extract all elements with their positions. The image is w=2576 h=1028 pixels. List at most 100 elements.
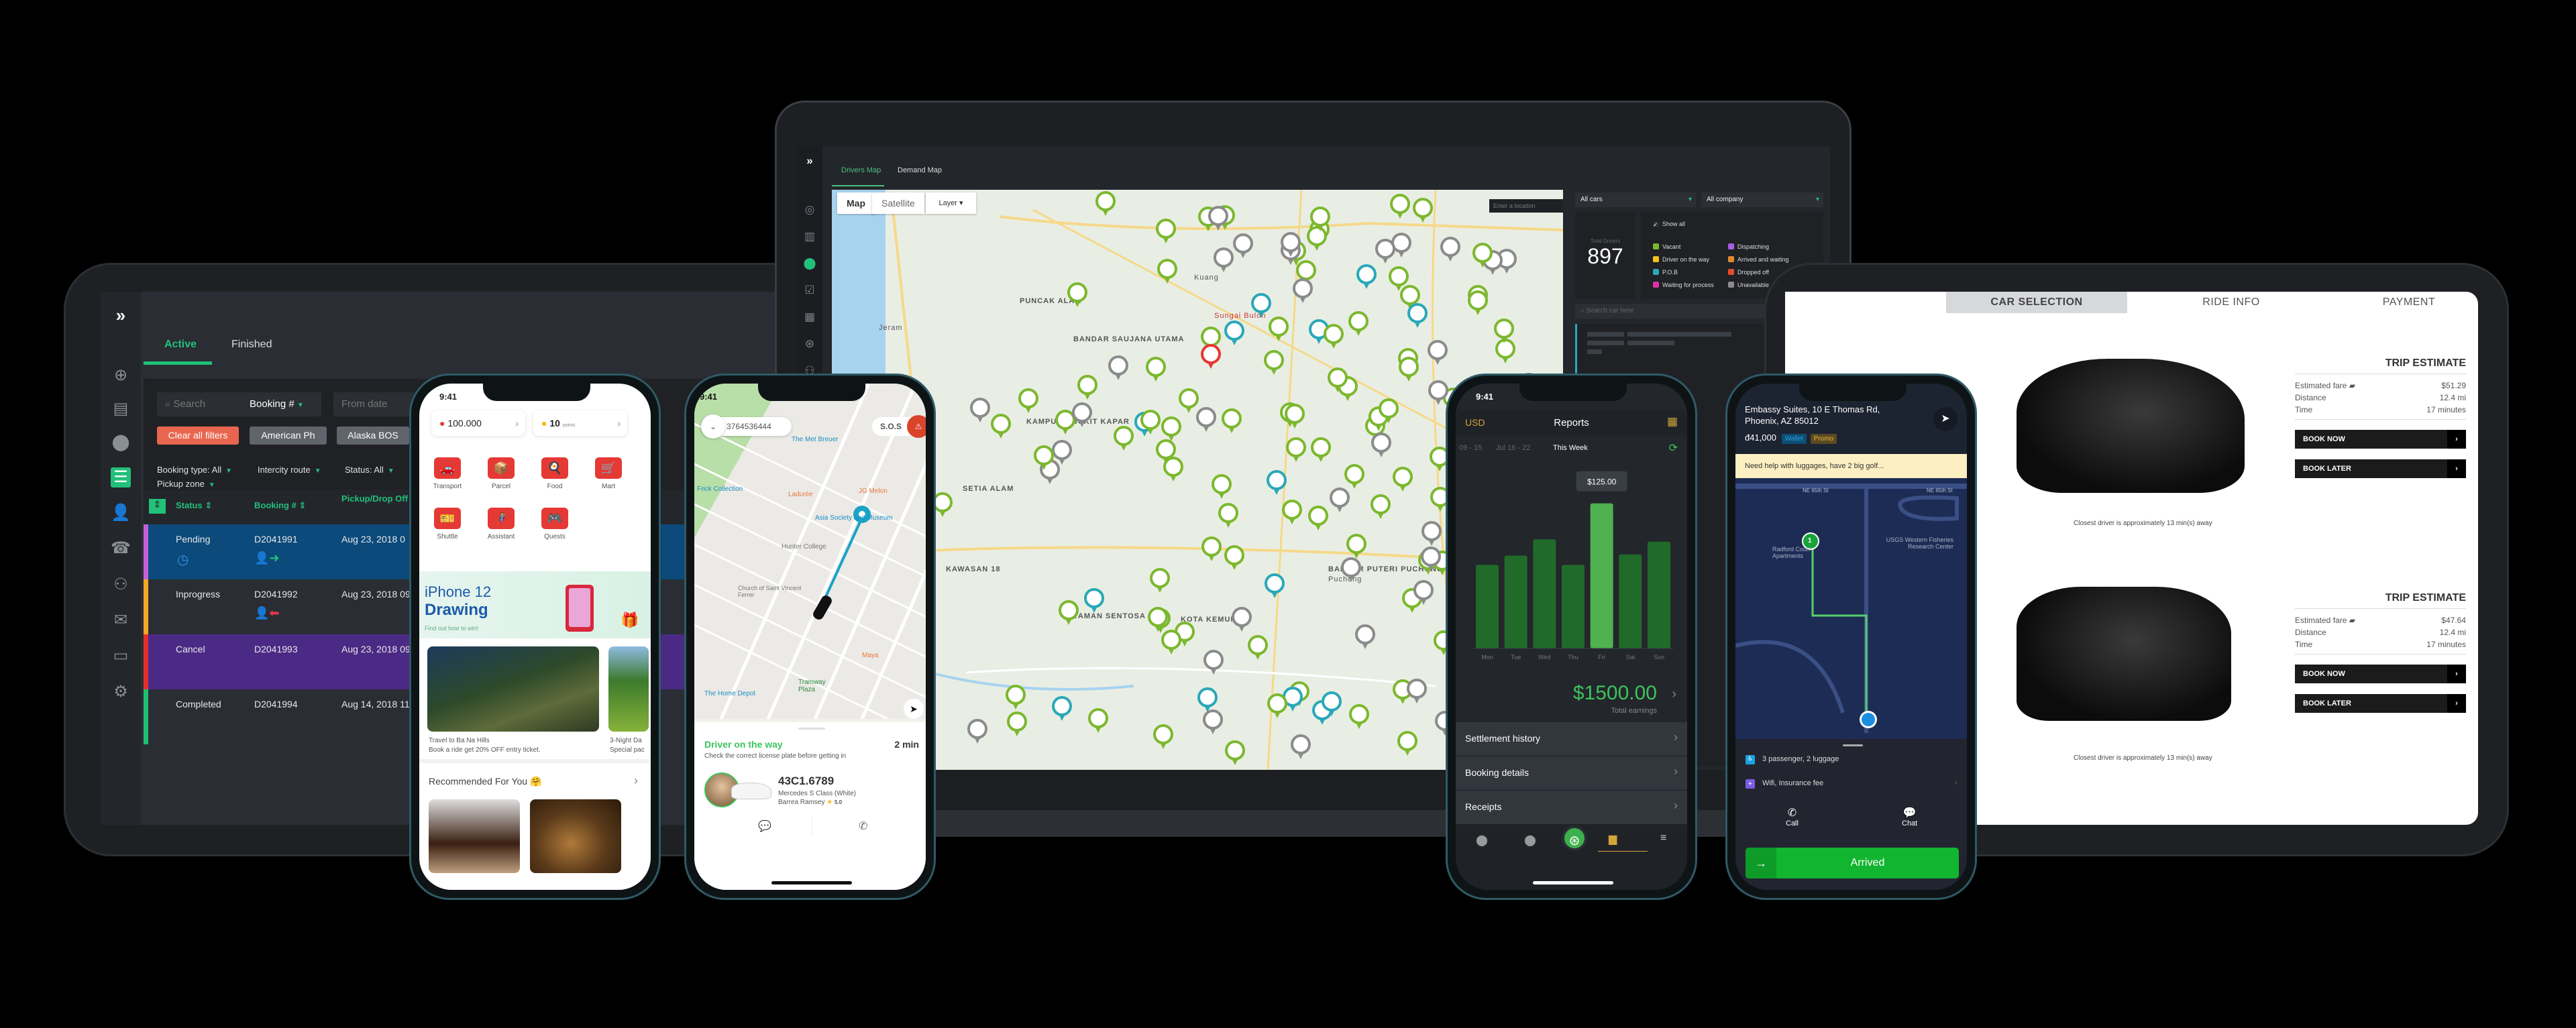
menu-item[interactable]: Receipts › — [1456, 791, 1687, 824]
driver-pin[interactable] — [1156, 218, 1177, 244]
chat-icon[interactable]: ✉ — [111, 610, 131, 630]
layer-dropdown[interactable]: Layer ▾ — [926, 192, 976, 214]
legend-item-arrived-and-waiting[interactable]: Arrived and waiting — [1728, 256, 1789, 263]
driver-pin[interactable] — [1153, 724, 1174, 750]
driver-pin[interactable] — [1213, 247, 1234, 273]
unassign-driver-icon[interactable]: 👤⬅ — [254, 606, 280, 620]
driver-pin[interactable] — [1212, 474, 1232, 500]
driver-pin[interactable] — [1208, 206, 1229, 231]
show-all-checkbox[interactable]: ✓ Show all — [1653, 221, 1685, 228]
driver-pin[interactable] — [1472, 242, 1493, 268]
driver-pin[interactable] — [1114, 426, 1134, 451]
steering-wheel-icon[interactable]: ⊛ — [1562, 825, 1587, 851]
driver-pin[interactable] — [1375, 238, 1396, 264]
driver-pin[interactable] — [1266, 470, 1287, 496]
driver-pin[interactable] — [1290, 734, 1311, 760]
intercity-route-filter[interactable]: Intercity route ▼ — [258, 465, 321, 475]
driver-pin[interactable] — [1232, 606, 1252, 632]
drag-handle[interactable] — [1843, 744, 1863, 746]
booking-card-icon[interactable]: ▤ — [111, 399, 131, 419]
driver-pin[interactable] — [1067, 282, 1088, 308]
service-shuttle[interactable]: 🎫 Shuttle — [427, 508, 468, 540]
driver-pin[interactable] — [1095, 191, 1116, 217]
expand-icon[interactable]: » — [802, 154, 817, 169]
driver-pin[interactable] — [1222, 408, 1242, 434]
driver-pin[interactable] — [1163, 457, 1183, 482]
driver-pin[interactable] — [1293, 278, 1313, 304]
pickup-zone-filter[interactable]: Pickup zone ▼ — [157, 479, 215, 489]
legend-item-waiting-for-process[interactable]: Waiting for process — [1653, 282, 1714, 288]
driver-pin[interactable] — [1224, 320, 1244, 346]
expand-icon[interactable]: » — [111, 305, 131, 325]
driver-pin[interactable] — [1428, 380, 1448, 406]
steering-icon[interactable]: ⊛ — [802, 337, 817, 352]
bar-thu[interactable] — [1562, 565, 1585, 648]
driver-pin[interactable] — [1399, 356, 1419, 382]
tab-drivers-map[interactable]: Drivers Map — [841, 166, 881, 174]
column-booking[interactable]: Booking # ⇕ — [254, 500, 306, 511]
driver-pin[interactable] — [1393, 466, 1413, 492]
driver-pin[interactable] — [1346, 534, 1367, 559]
driver-pin[interactable] — [1224, 545, 1244, 571]
driver-pin[interactable] — [1280, 232, 1301, 258]
driver-pin[interactable] — [1006, 685, 1026, 710]
driver-pin[interactable] — [1406, 678, 1427, 704]
recenter-icon[interactable]: ➤ — [904, 699, 924, 719]
legend-item-vacant[interactable]: Vacant — [1653, 243, 1680, 250]
calendar-icon[interactable]: ▦ — [802, 310, 817, 325]
driver-pin[interactable] — [1440, 237, 1460, 262]
legend-item-driver-on-the-way[interactable]: Driver on the way — [1653, 256, 1709, 263]
driver-pin[interactable] — [1269, 316, 1289, 342]
driver-pin[interactable] — [1286, 437, 1307, 463]
sos-button[interactable]: S.O.S ⚠ — [872, 415, 926, 438]
bar-sun[interactable] — [1648, 541, 1670, 648]
driver-pin[interactable] — [1371, 494, 1391, 520]
service-transport[interactable]: 🚗 Transport — [427, 457, 468, 490]
menu-item[interactable]: Booking details › — [1456, 756, 1687, 790]
driver-pin[interactable] — [1467, 290, 1488, 316]
driver-pin[interactable] — [1267, 693, 1288, 719]
company-filter-select[interactable]: All company ▾ — [1701, 192, 1823, 207]
burger-image[interactable] — [530, 799, 621, 873]
people-icon[interactable]: ⚇ — [111, 575, 131, 595]
chevron-right-icon[interactable]: › — [1672, 687, 1676, 702]
car-filter-select[interactable]: All cars ▾ — [1575, 192, 1696, 207]
driver-pin[interactable] — [1201, 536, 1222, 562]
bar-sat[interactable] — [1619, 554, 1642, 648]
book-later-button[interactable]: BOOK LATER › — [2295, 694, 2466, 713]
tab-finished[interactable]: Finished — [231, 339, 272, 351]
map-view-button[interactable]: Map — [837, 192, 875, 214]
location-search-input[interactable]: Enter a location — [1489, 199, 1563, 213]
chevron-right-icon[interactable]: › — [634, 774, 638, 788]
driver-pin[interactable] — [1233, 233, 1254, 259]
driver-pin[interactable] — [1058, 599, 1079, 626]
menu-item[interactable]: Settlement history › — [1456, 722, 1687, 756]
menu-icon[interactable]: ≡ — [1660, 832, 1666, 844]
driver-pin[interactable] — [1282, 499, 1303, 525]
analytics-icon[interactable]: ▥ — [802, 230, 817, 245]
booking-type-filter[interactable]: Booking type: All ▼ — [157, 465, 232, 475]
driver-pin[interactable] — [1421, 521, 1442, 547]
dark-route-map[interactable] — [1735, 478, 1967, 760]
status-filter[interactable]: Status: All ▼ — [345, 465, 394, 475]
promo-subtitle[interactable]: Find out how to win! — [425, 625, 478, 632]
drag-handle[interactable] — [798, 728, 825, 730]
driver-pin[interactable] — [1389, 194, 1410, 219]
driver-pin[interactable] — [1218, 503, 1238, 528]
driver-pin-dropped-off[interactable] — [1201, 344, 1221, 369]
driver-pin[interactable] — [1344, 464, 1364, 490]
calendar-icon[interactable]: ▦ — [1667, 415, 1678, 429]
search-field-select[interactable]: Booking # ▼ — [250, 392, 304, 418]
task-icon[interactable]: ☑ — [802, 284, 817, 298]
bar-wed[interactable] — [1533, 539, 1556, 648]
driver-pin[interactable] — [1108, 355, 1129, 381]
driver-pin[interactable] — [1413, 198, 1434, 223]
chevron-down-icon[interactable]: ⌄ — [701, 414, 725, 439]
arrived-button[interactable]: → Arrived — [1746, 848, 1959, 878]
navigate-arrow-icon[interactable]: ➤ — [1933, 407, 1957, 431]
book-later-button[interactable]: BOOK LATER › — [2295, 459, 2466, 478]
points-balance[interactable]: ● 10 points › — [533, 410, 627, 436]
driver-pin[interactable] — [1397, 731, 1417, 756]
driver-pin[interactable] — [1310, 206, 1331, 232]
check-pin-icon[interactable]: ⬤ — [1476, 834, 1488, 847]
